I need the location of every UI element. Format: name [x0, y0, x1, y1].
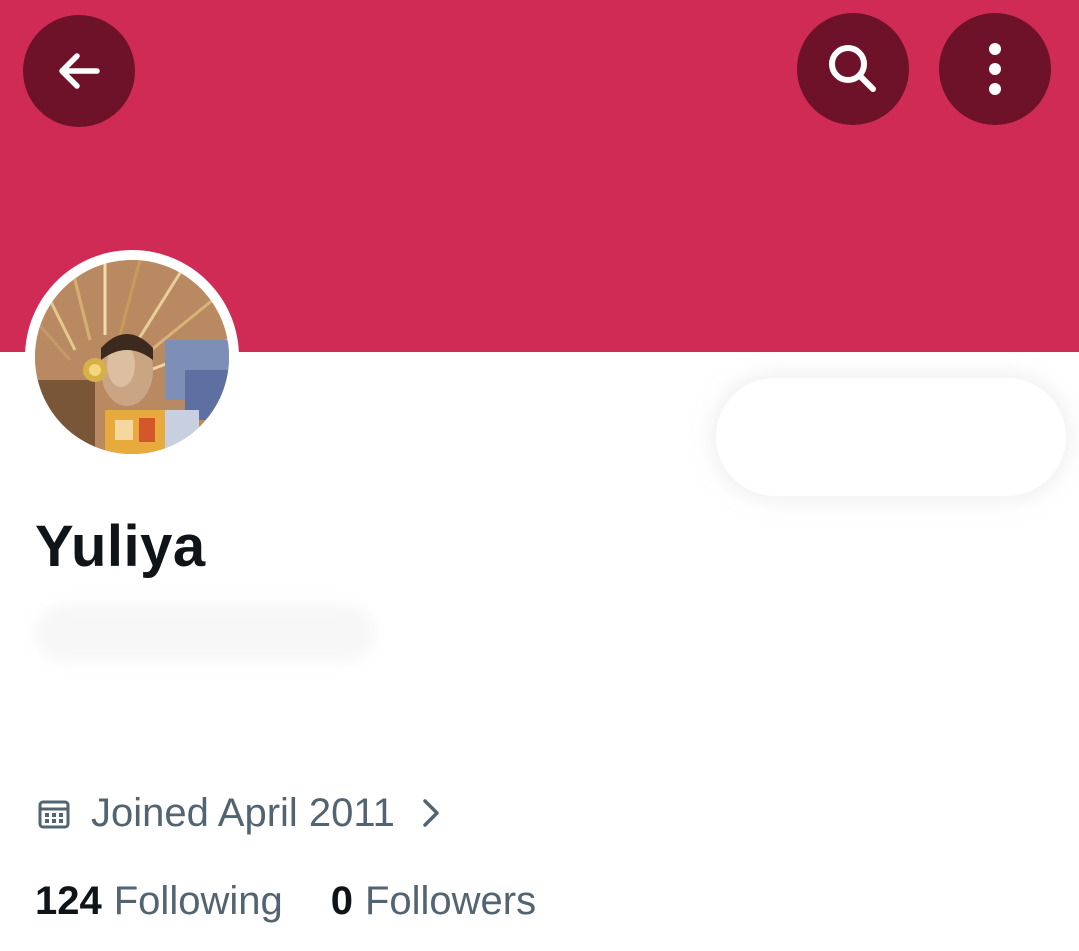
following-label: Following	[113, 879, 283, 923]
arrow-left-icon	[51, 43, 107, 99]
followers-count: 0	[330, 879, 353, 923]
avatar-image	[35, 260, 229, 454]
calendar-icon	[37, 796, 71, 830]
avatar[interactable]	[25, 250, 239, 464]
more-options-button[interactable]	[939, 13, 1051, 125]
following-link[interactable]: 124 Following	[35, 872, 283, 930]
follow-stats: 124 Following 0 Followers	[35, 872, 536, 930]
joined-date[interactable]: Joined April 2011	[37, 785, 441, 841]
back-button[interactable]	[23, 15, 135, 127]
joined-label: Joined April 2011	[91, 791, 395, 835]
more-vertical-icon	[985, 39, 1005, 99]
chevron-right-icon	[421, 797, 441, 829]
search-icon	[823, 39, 883, 99]
followers-label: Followers	[364, 879, 537, 923]
follow-button[interactable]	[716, 378, 1066, 496]
display-name: Yuliya	[35, 514, 206, 579]
username-handle	[35, 604, 375, 662]
followers-link[interactable]: 0 Followers	[331, 872, 536, 930]
following-count: 124	[35, 879, 102, 923]
search-button[interactable]	[797, 13, 909, 125]
